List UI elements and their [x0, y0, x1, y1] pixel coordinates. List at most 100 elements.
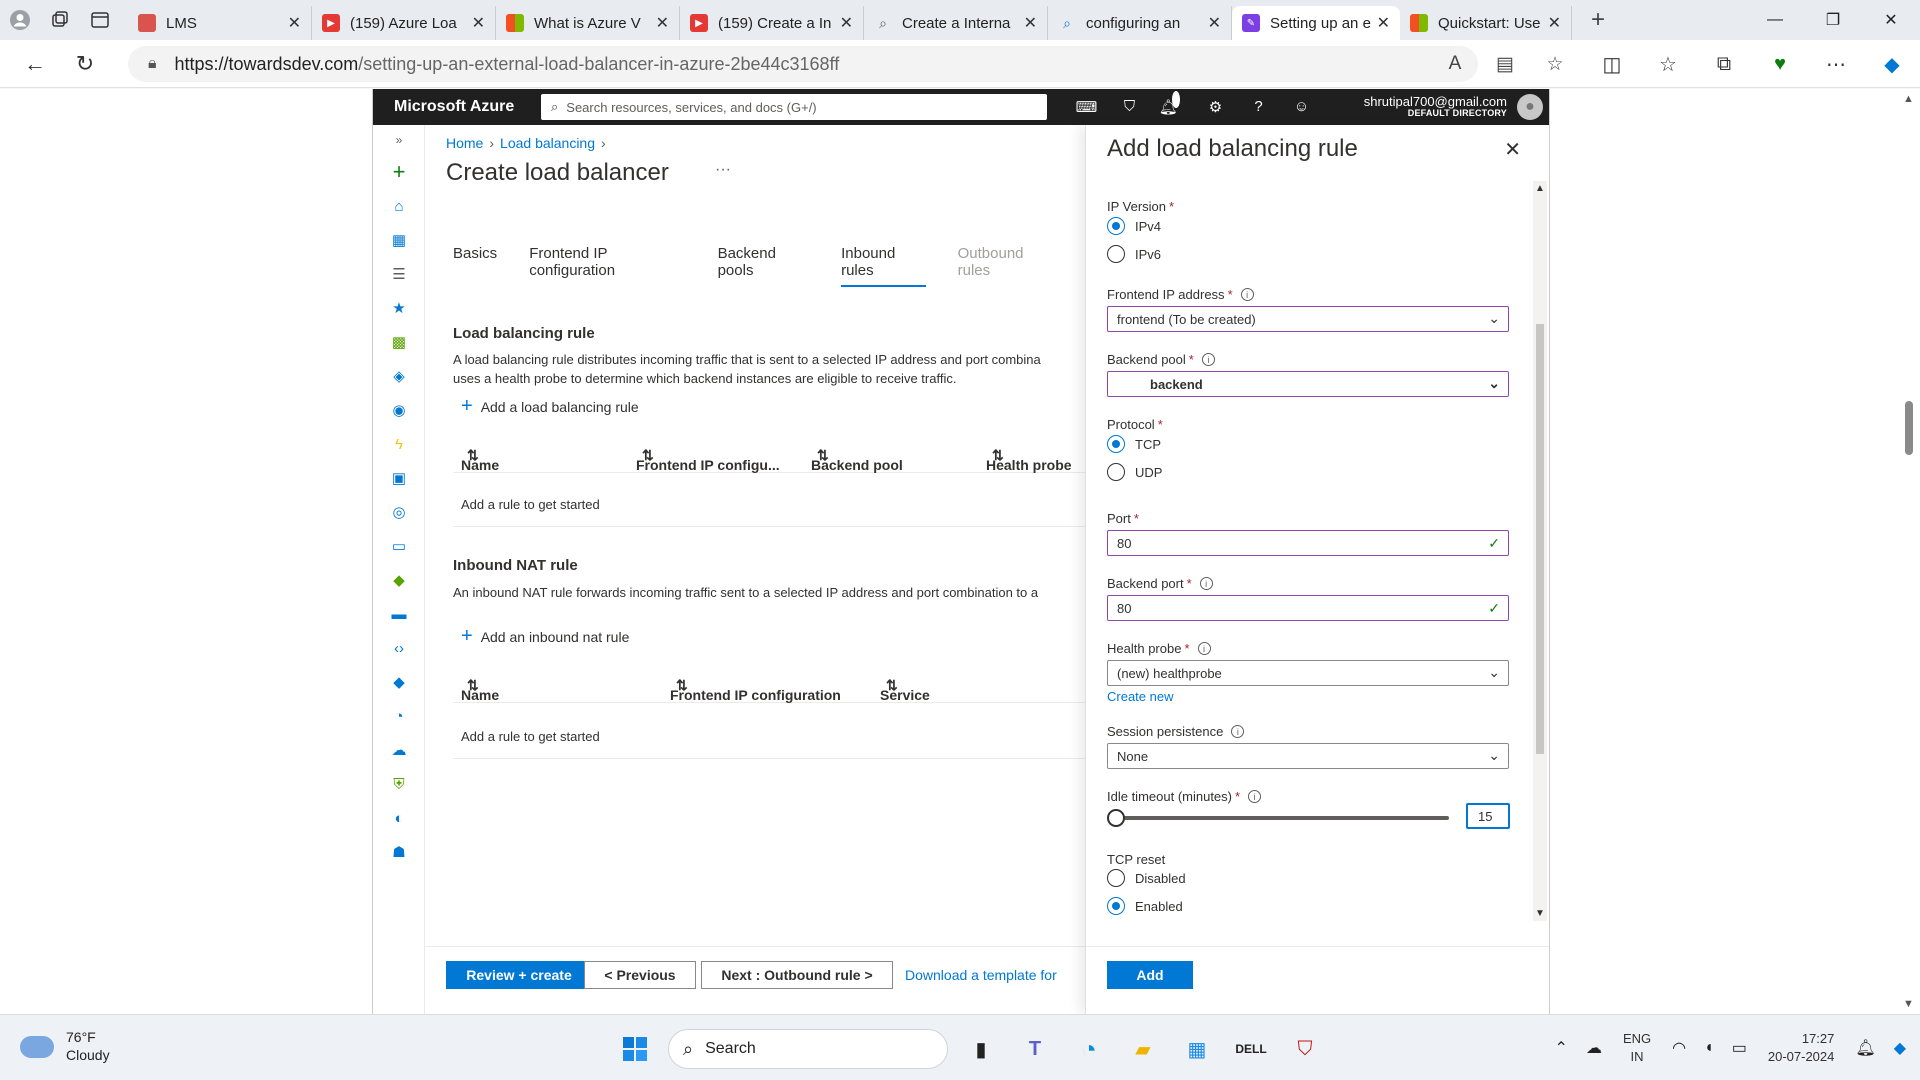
account-info[interactable]: shrutipal700@gmail.com DEFAULT DIRECTORY [1364, 95, 1507, 118]
session-persistence-dropdown[interactable]: None ⌄ [1107, 743, 1509, 769]
panel-scrollbar[interactable]: ▲ ▼ [1533, 181, 1547, 921]
browser-tab[interactable]: ⌕ Create a Interna ✕ [864, 6, 1048, 40]
all-resources-icon[interactable]: ▩ [373, 325, 425, 359]
browser-tab[interactable]: ▶ (159) Create a In ✕ [680, 6, 864, 40]
defender-icon[interactable]: ⛨ [373, 767, 425, 801]
backend-pool-dropdown[interactable]: backend ⌄ [1107, 371, 1509, 397]
restore-icon[interactable]: ❐ [1804, 0, 1862, 40]
clock[interactable]: 17:27 20-07-2024 [1768, 1030, 1835, 1065]
notification-bell-icon[interactable]: 🔔︎ [1855, 1038, 1875, 1058]
storage-accounts-icon[interactable]: ▬ [373, 597, 425, 631]
home-icon[interactable]: ⌂ [373, 189, 425, 223]
teams-icon[interactable]: T [1013, 1027, 1057, 1071]
more-options-icon[interactable]: ··· [715, 161, 731, 179]
browser-essentials-icon[interactable]: ♥ [1752, 53, 1808, 76]
collections-icon[interactable]: ⧉ [1696, 53, 1752, 76]
tab-inbound-rules[interactable]: Inbound rules [841, 245, 926, 287]
wifi-icon[interactable]: ◠ [1672, 1038, 1686, 1058]
mcafee-icon[interactable]: ⛉ [1283, 1027, 1327, 1071]
browser-tab[interactable]: ▶ (159) Azure Loa ✕ [312, 6, 496, 40]
next-outbound-rule-button[interactable]: Next : Outbound rule > [701, 961, 893, 989]
protocol-udp-radio[interactable]: UDP [1107, 463, 1162, 481]
tab-frontend-ip-configuration[interactable]: Frontend IP configuration [529, 245, 685, 287]
add-button[interactable]: Add [1107, 961, 1193, 989]
create-resource-icon[interactable]: + [373, 155, 425, 189]
copilot-icon[interactable]: ◆ [1864, 52, 1920, 77]
split-screen-icon[interactable]: ◫ [1584, 52, 1640, 77]
weather-widget[interactable]: 76°F Cloudy [20, 1029, 110, 1064]
breadcrumb-home[interactable]: Home [446, 135, 483, 151]
ip-version-ipv4-radio[interactable]: IPv4 [1107, 217, 1161, 235]
chevron-up-icon[interactable]: ⌃ [1555, 1038, 1568, 1058]
all-services-icon[interactable]: ☰ [373, 257, 425, 291]
volume-icon[interactable]: ◖ [1704, 1039, 1714, 1057]
scroll-up-icon[interactable]: ▲ [1535, 183, 1545, 194]
virtual-machines-icon[interactable]: ▭ [373, 529, 425, 563]
tab-actions-icon[interactable] [80, 0, 120, 40]
scroll-down-icon[interactable]: ▼ [1903, 998, 1914, 1010]
health-probe-dropdown[interactable]: (new) healthprobe ⌄ [1107, 660, 1509, 686]
port-input[interactable]: 80 ✓ [1107, 530, 1509, 556]
info-icon[interactable]: i [1199, 577, 1213, 590]
advisor-icon[interactable]: ☁ [373, 733, 425, 767]
cost-management-icon[interactable]: ◐ [373, 801, 425, 835]
browser-tab[interactable]: ⌕ configuring an ✕ [1048, 6, 1232, 40]
virtual-networks-icon[interactable]: ‹› [373, 631, 425, 665]
scroll-down-icon[interactable]: ▼ [1535, 908, 1545, 919]
favorites-icon[interactable]: ☆ [1640, 52, 1696, 77]
entra-id-icon[interactable]: ◆ [373, 665, 425, 699]
column-header[interactable]: Backend pool ⇅ [811, 447, 903, 473]
previous-button[interactable]: < Previous [584, 961, 696, 989]
network-status-icon[interactable]: ☁ [1586, 1038, 1602, 1058]
tab-outbound-rules[interactable]: Outbound rules [958, 245, 1053, 287]
close-tab-icon[interactable]: ✕ [656, 13, 669, 33]
close-window-icon[interactable]: ✕ [1862, 0, 1920, 40]
avatar[interactable]: ● [1517, 94, 1543, 120]
protocol-tcp-radio[interactable]: TCP [1107, 435, 1161, 453]
workspaces-icon[interactable] [40, 0, 80, 40]
notifications-icon[interactable]: 🔔︎1 [1151, 91, 1194, 116]
taskbar-search[interactable]: ⌕ Search [668, 1029, 948, 1069]
tab-backend-pools[interactable]: Backend pools [718, 245, 810, 287]
column-header[interactable]: Service ⇅ [880, 677, 930, 703]
info-icon[interactable]: i [1248, 790, 1262, 803]
close-tab-icon[interactable]: ✕ [288, 13, 301, 33]
close-tab-icon[interactable]: ✕ [1024, 13, 1037, 33]
help-support-icon[interactable]: ☗ [373, 835, 425, 869]
new-tab-icon[interactable]: + [1578, 0, 1618, 40]
dell-icon[interactable]: DELL [1229, 1027, 1273, 1071]
add-load-balancing-rule-button[interactable]: + Add a load balancing rule [461, 395, 639, 418]
close-tab-icon[interactable]: ✕ [1377, 13, 1390, 33]
add-inbound-nat-rule-button[interactable]: + Add an inbound nat rule [461, 625, 629, 648]
close-icon[interactable]: ✕ [1504, 137, 1521, 162]
column-header[interactable]: Frontend IP configu... ⇅ [636, 447, 780, 473]
browser-tab[interactable]: What is Azure V ✕ [496, 6, 680, 40]
favorites-star-icon[interactable]: ★ [373, 291, 425, 325]
info-icon[interactable]: i [1201, 353, 1215, 366]
frontend-ip-dropdown[interactable]: frontend (To be created) ⌄ [1107, 306, 1509, 332]
scroll-up-icon[interactable]: ▲ [1903, 93, 1914, 105]
battery-icon[interactable]: ▭ [1732, 1038, 1747, 1058]
monitor-icon[interactable]: ◔ [373, 699, 425, 733]
back-icon[interactable]: ← [10, 40, 60, 88]
cosmos-db-icon[interactable]: ◎ [373, 495, 425, 529]
column-header[interactable]: Name ⇅ [461, 677, 499, 703]
help-icon[interactable]: ? [1237, 98, 1280, 116]
minimize-icon[interactable]: — [1746, 0, 1804, 40]
azure-search-input[interactable]: ⌕ Search resources, services, and docs (… [541, 94, 1047, 120]
expand-menu-icon[interactable]: » [373, 125, 425, 155]
tcp-reset-disabled-radio[interactable]: Disabled [1107, 869, 1186, 887]
close-tab-icon[interactable]: ✕ [840, 13, 853, 33]
tab-basics[interactable]: Basics [453, 245, 497, 287]
language-indicator[interactable]: ENG IN [1623, 1030, 1651, 1065]
copilot-icon[interactable]: ◆ [1894, 1038, 1906, 1058]
resource-groups-icon[interactable]: ◈ [373, 359, 425, 393]
info-icon[interactable]: i [1197, 642, 1211, 655]
url-bar[interactable]: 🔒︎ https://towardsdev.com/setting-up-an-… [128, 46, 1478, 82]
slider-thumb[interactable] [1107, 809, 1125, 827]
edge-browser-icon[interactable]: ◔ [1067, 1027, 1111, 1071]
idle-timeout-input[interactable]: 15 [1466, 803, 1510, 829]
scrollbar-thumb[interactable] [1536, 324, 1544, 754]
close-tab-icon[interactable]: ✕ [472, 13, 485, 33]
close-tab-icon[interactable]: ✕ [1208, 13, 1221, 33]
